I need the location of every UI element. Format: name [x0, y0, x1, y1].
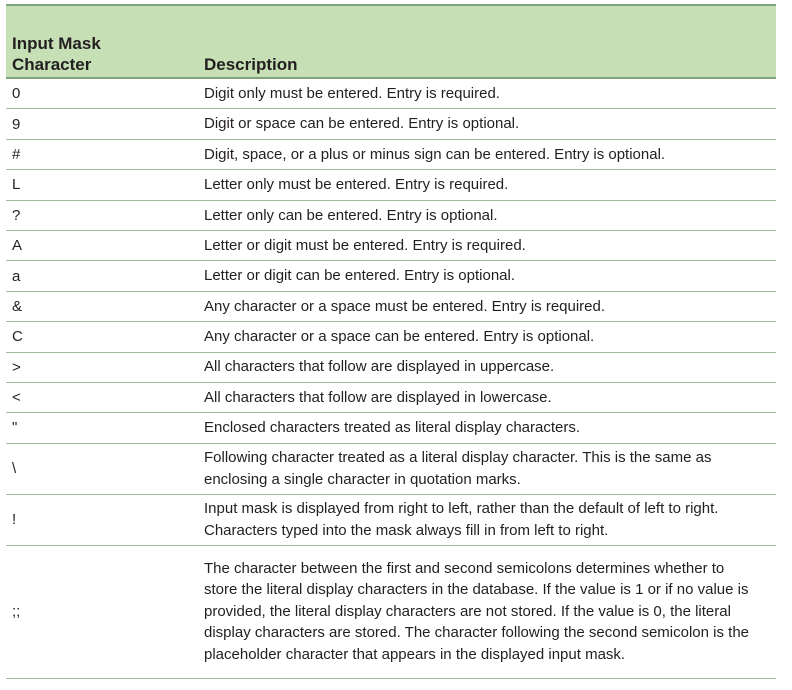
description-cell: Any character or a space can be entered.…: [204, 328, 595, 346]
mask-character-cell: ;;: [12, 603, 21, 621]
table-row: 0 Digit only must be entered. Entry is r…: [6, 79, 776, 110]
table-row: 9 Digit or space can be entered. Entry i…: [6, 109, 776, 140]
mask-character-cell: 0: [12, 85, 21, 103]
table-row: # Digit, space, or a plus or minus sign …: [6, 140, 776, 171]
table-row: C Any character or a space can be entere…: [6, 322, 776, 353]
description-cell: Following character treated as a literal…: [204, 449, 712, 488]
description-cell: Letter only can be entered. Entry is opt…: [204, 206, 498, 224]
mask-character-cell: #: [12, 145, 21, 163]
table-row: < All characters that follow are display…: [6, 383, 776, 414]
table-row: ? Letter only can be entered. Entry is o…: [6, 201, 776, 231]
table-row: A Letter or digit must be entered. Entry…: [6, 231, 776, 262]
description-cell: Digit or space can be entered. Entry is …: [204, 115, 520, 133]
header-col1-line1: Input Mask: [12, 34, 101, 53]
mask-character-cell: L: [12, 176, 21, 194]
header-description: Description: [204, 55, 298, 74]
mask-character-cell: &: [12, 297, 23, 315]
mask-character-cell: C: [12, 328, 23, 346]
description-cell: Letter or digit can be entered. Entry is…: [204, 267, 516, 285]
mask-character-cell: ?: [12, 206, 21, 224]
header-input-mask-character: Input Mask Character: [6, 6, 198, 77]
header-col1-line2: Character: [12, 55, 92, 74]
mask-character-cell: >: [12, 358, 21, 376]
description-cell: Digit only must be entered. Entry is req…: [204, 84, 500, 102]
table-row: " Enclosed characters treated as literal…: [6, 413, 776, 444]
description-cell: Digit, space, or a plus or minus sign ca…: [204, 145, 666, 163]
mask-character-cell: a: [12, 267, 21, 285]
description-cell: Letter or digit must be entered. Entry i…: [204, 236, 526, 254]
mask-character-cell: <: [12, 389, 21, 407]
description-cell: Input mask is displayed from right to le…: [204, 500, 719, 539]
table-header: Input Mask Character Description: [6, 6, 776, 79]
description-cell: Letter only must be entered. Entry is re…: [204, 176, 509, 194]
description-cell: Enclosed characters treated as literal d…: [204, 419, 581, 437]
table-row: \ Following character treated as a liter…: [6, 444, 776, 495]
description-cell: The character between the first and seco…: [204, 559, 750, 663]
table-row: & Any character or a space must be enter…: [6, 292, 776, 323]
input-mask-table: Input Mask Character Description 0 Digit…: [6, 4, 776, 679]
description-cell: All characters that follow are displayed…: [204, 388, 552, 406]
table-row: > All characters that follow are display…: [6, 353, 776, 383]
table-row: ! Input mask is displayed from right to …: [6, 495, 776, 546]
mask-character-cell: !: [12, 511, 17, 529]
description-cell: Any character or a space must be entered…: [204, 297, 606, 315]
mask-character-cell: 9: [12, 115, 21, 133]
table-row: L Letter only must be entered. Entry is …: [6, 170, 776, 201]
mask-character-cell: ": [12, 419, 18, 437]
description-cell: All characters that follow are displayed…: [204, 358, 555, 376]
table-row: ;; The character between the first and s…: [6, 546, 776, 679]
mask-character-cell: A: [12, 237, 23, 255]
mask-character-cell: \: [12, 460, 17, 478]
table-row: a Letter or digit can be entered. Entry …: [6, 261, 776, 292]
